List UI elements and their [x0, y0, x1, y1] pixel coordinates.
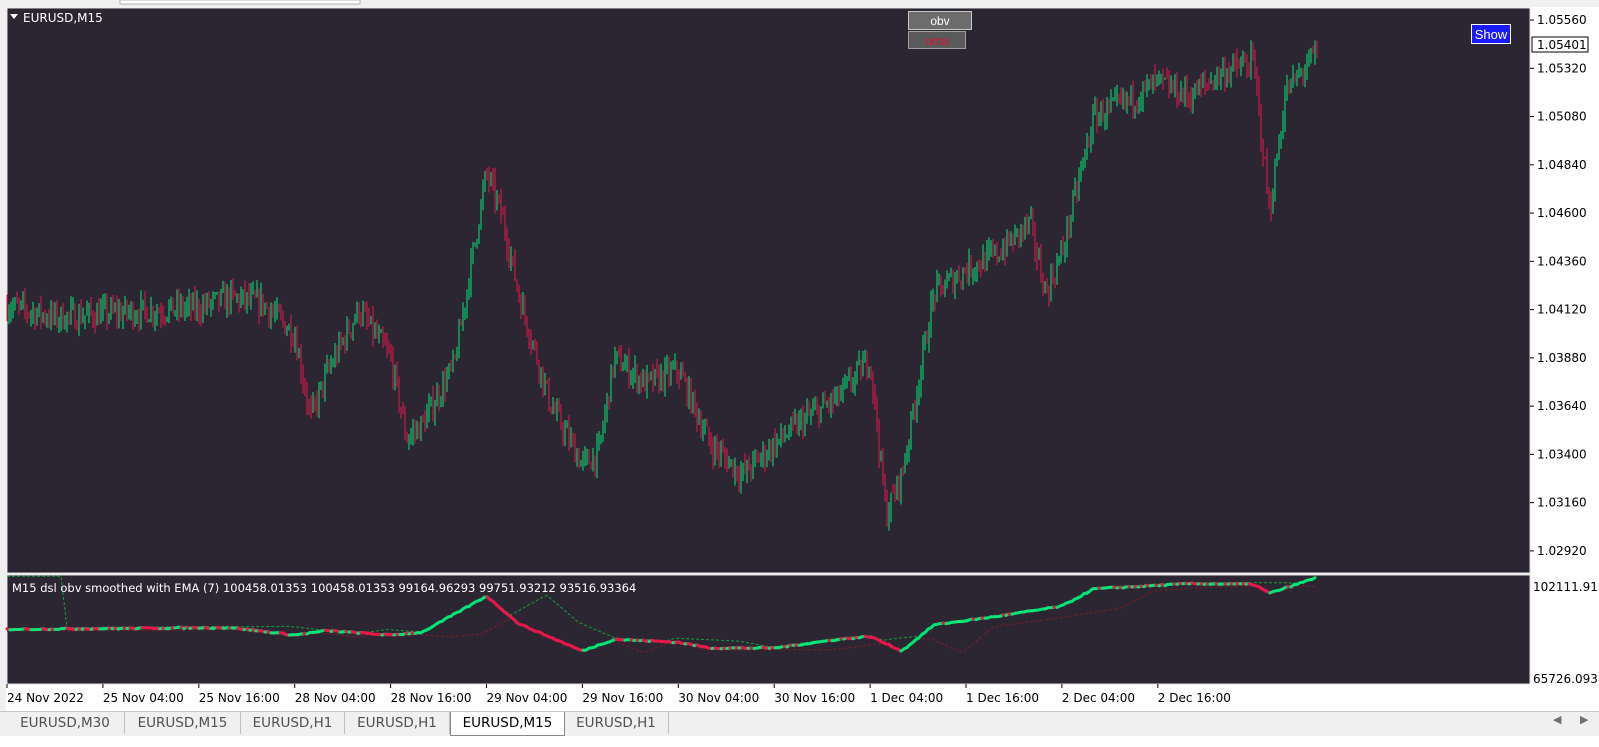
uma-button[interactable]: uma [908, 31, 966, 49]
show-button[interactable]: Show [1471, 24, 1511, 44]
time-tick-label: 30 Nov 16:00 [774, 691, 855, 705]
chart-window: 1.05560 1.05320 1.05080 1.04840 1.04600 1.043… [0, 0, 1599, 747]
tab-eurusd-m15-active[interactable]: EURUSD,M15 [450, 712, 565, 736]
price-tick-label: 1.05080 [1537, 110, 1587, 124]
price-tick-label: 1.04360 [1537, 254, 1587, 268]
tab-eurusd-h1-3[interactable]: EURUSD,H1 [564, 712, 669, 734]
indicator-label: M15 dsl obv smoothed with EMA (7) 100458… [12, 581, 636, 595]
price-tick-label: 1.03880 [1537, 351, 1587, 365]
time-tick-label: 1 Dec 16:00 [966, 691, 1039, 705]
chart-tab-bar: EURUSD,M30 EURUSD,M15 EURUSD,H1 EURUSD,H… [0, 711, 1599, 736]
scroll-left-icon[interactable]: ◀ [1553, 713, 1561, 726]
tab-eurusd-m30[interactable]: EURUSD,M30 [6, 712, 125, 734]
indicator-axis-min: 65726.093 [1533, 672, 1598, 686]
price-tick-label: 1.03160 [1537, 496, 1587, 510]
price-tick-label: 1.05560 [1537, 13, 1587, 27]
time-tick-label: 24 Nov 2022 [7, 691, 84, 705]
time-tick-label: 2 Dec 16:00 [1158, 691, 1231, 705]
price-tick-label: 1.03640 [1537, 399, 1587, 413]
time-tick-label: 28 Nov 04:00 [295, 691, 376, 705]
chart-canvas[interactable]: 1.05560 1.05320 1.05080 1.04840 1.04600 1.043… [0, 0, 1599, 711]
obv-button[interactable]: obv [908, 11, 972, 30]
time-tick-label: 25 Nov 04:00 [103, 691, 184, 705]
time-tick-label: 25 Nov 16:00 [199, 691, 280, 705]
scroll-right-icon[interactable]: ▶ [1580, 713, 1588, 726]
tab-eurusd-h1-2[interactable]: EURUSD,H1 [345, 712, 450, 734]
time-tick-label: 1 Dec 04:00 [870, 691, 943, 705]
time-tick-label: 30 Nov 04:00 [678, 691, 759, 705]
price-tick-label: 1.03400 [1537, 447, 1587, 461]
time-tick-label: 29 Nov 16:00 [582, 691, 663, 705]
tab-eurusd-m15[interactable]: EURUSD,M15 [125, 712, 241, 734]
time-tick-label: 2 Dec 04:00 [1062, 691, 1135, 705]
time-tick-label: 29 Nov 04:00 [487, 691, 568, 705]
left-frame [0, 7, 6, 711]
time-tick-label: 28 Nov 16:00 [391, 691, 472, 705]
price-tick-label: 1.04120 [1537, 303, 1587, 317]
tab-eurusd-h1[interactable]: EURUSD,H1 [241, 712, 345, 734]
price-tick-label: 1.02920 [1537, 544, 1587, 558]
chart-title: EURUSD,M15 [23, 11, 103, 25]
toolbar-field [119, 0, 361, 5]
current-price-label: 1.05401 [1537, 38, 1587, 52]
price-tick-label: 1.04600 [1537, 206, 1587, 220]
indicator-axis-max: 102111.91 [1533, 580, 1598, 594]
obv-line-segment [1310, 576, 1317, 581]
price-tick-label: 1.05320 [1537, 61, 1587, 75]
price-tick-label: 1.04840 [1537, 158, 1587, 172]
